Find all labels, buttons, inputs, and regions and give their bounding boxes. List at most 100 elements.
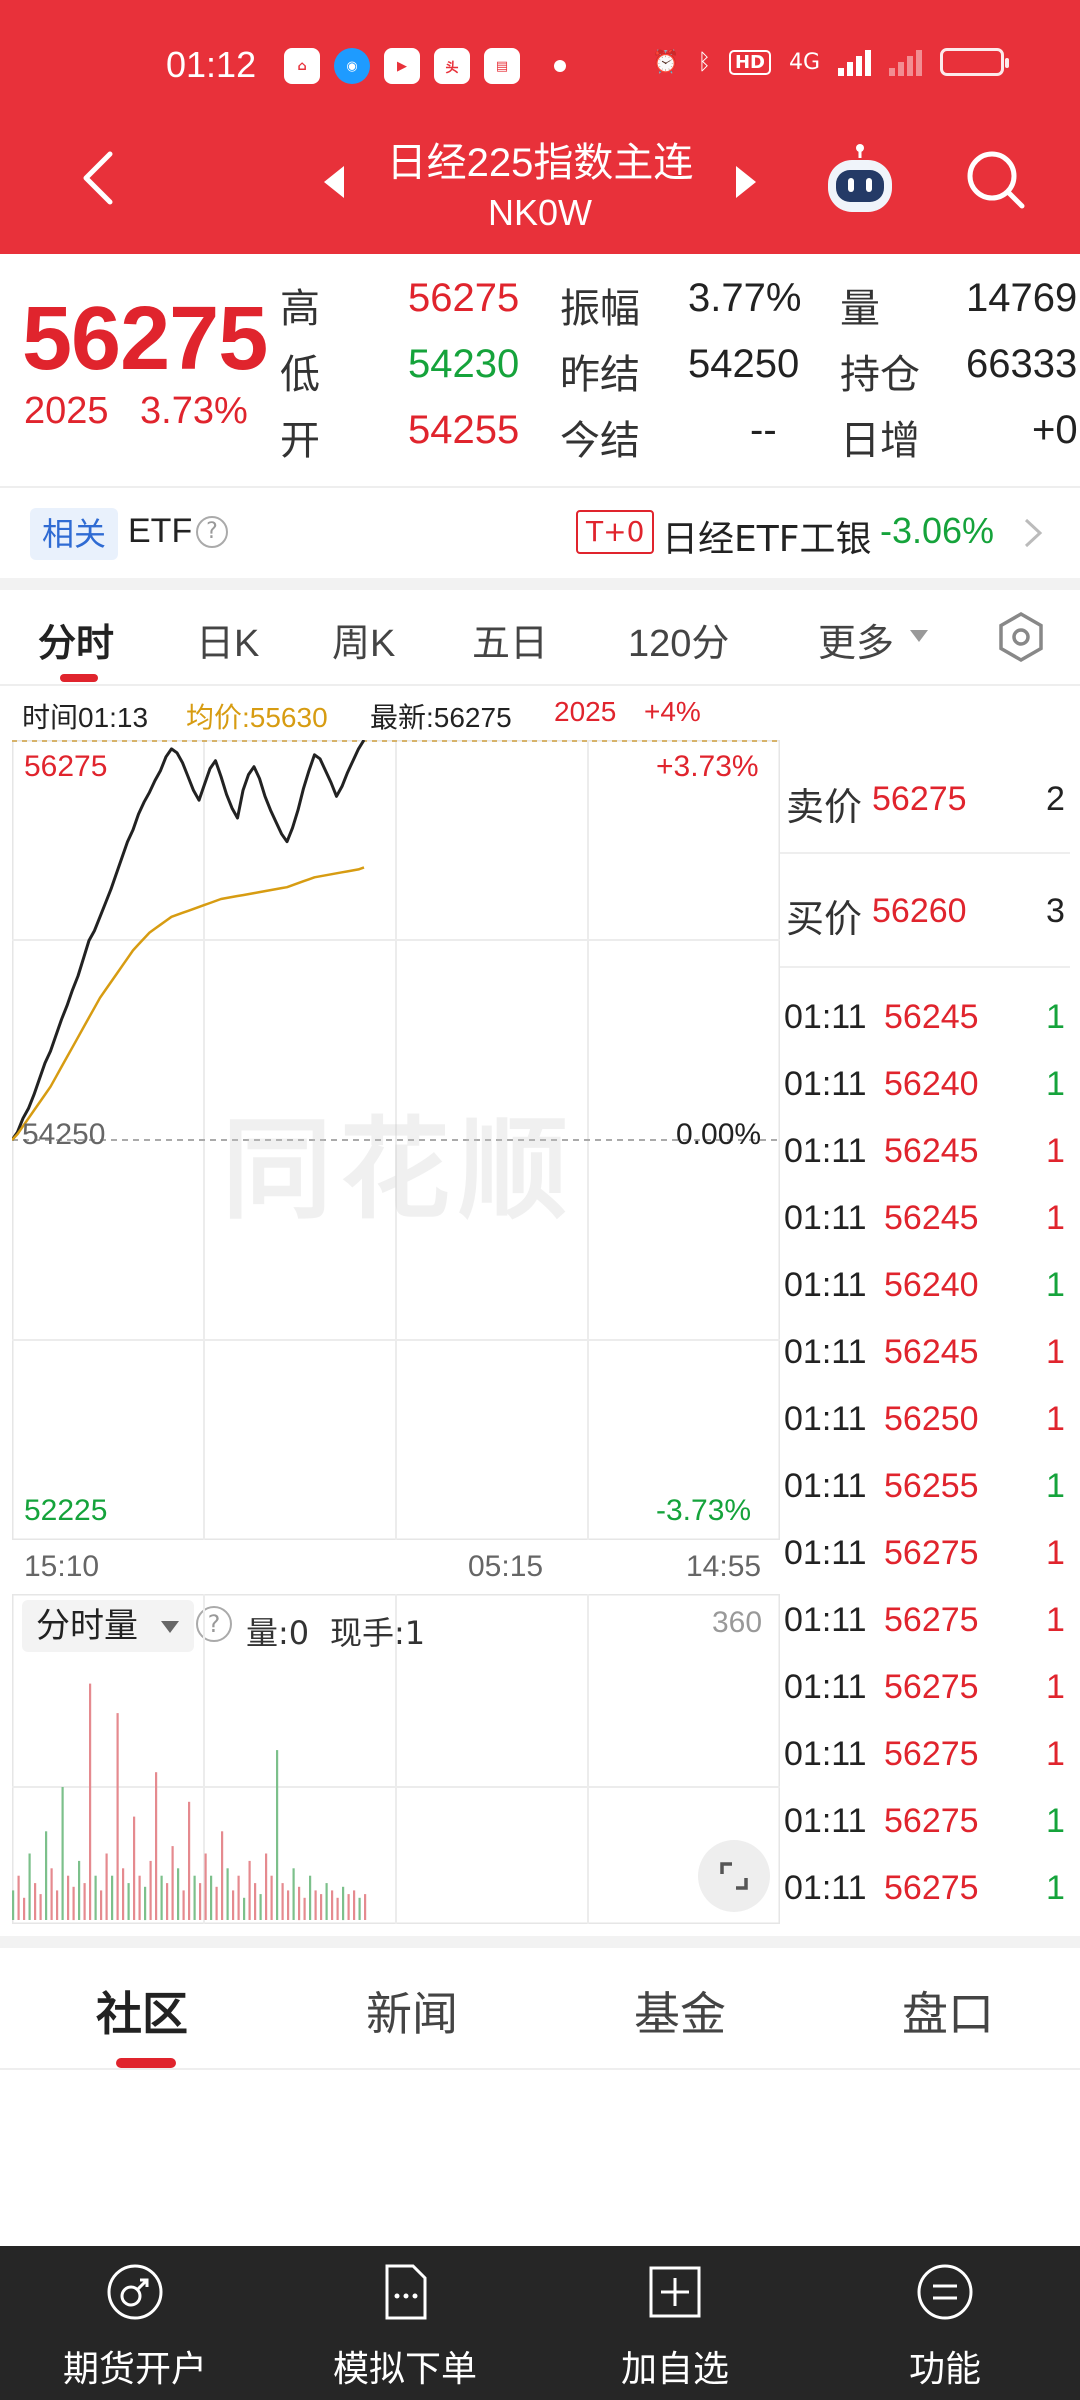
volume-bar (144, 1886, 147, 1921)
etf-label: ETF (128, 512, 193, 550)
volume-bar (331, 1890, 334, 1920)
volume-bar (116, 1713, 119, 1920)
trade-price: 56275 (884, 1735, 979, 1773)
tab-order-book[interactable]: 盘口 (902, 1978, 994, 2044)
tab-intraday[interactable]: 分时 (38, 612, 114, 667)
axis-top-pct: +3.73% (656, 750, 759, 783)
volume-bar (314, 1890, 317, 1920)
trade-volume: 1 (1046, 1065, 1065, 1103)
simulated-order-button[interactable]: 模拟下单 (270, 2246, 540, 2400)
trade-price: 56245 (884, 1333, 979, 1371)
price-change-pct: 3.73% (140, 390, 248, 432)
volume-bar (320, 1894, 323, 1920)
expand-icon[interactable] (698, 1840, 770, 1912)
trade-volume: 1 (1046, 1668, 1065, 1706)
related-tag: 相关 (30, 508, 119, 560)
tab-daily-k[interactable]: 日K (196, 612, 259, 667)
intraday-chart[interactable]: 同花顺 56275 +3.73% 54250 0.00% 52225 -3.73… (12, 740, 780, 1540)
sell-volume: 2 (1046, 780, 1065, 818)
sell-label: 卖价 (786, 787, 863, 829)
trade-row: 01:11 56245 1 (780, 1132, 1070, 1182)
sell-price: 56275 (872, 780, 967, 818)
value-low: 54230 (408, 342, 520, 386)
add-watchlist-label: 加自选 (620, 2349, 729, 2390)
volume-chart[interactable] (12, 1594, 780, 1924)
volume-bar (215, 1886, 218, 1921)
value-today-settle: -- (750, 408, 777, 452)
label-daily-increase: 日增 (840, 419, 920, 463)
section-gap (0, 1936, 1080, 1948)
related-etf-row[interactable]: 相关 ETF ? T+0 日经ETF工银 -3.06% (0, 488, 1080, 578)
tab-120min[interactable]: 120分 (628, 612, 729, 667)
trade-row: 01:11 56240 1 (780, 1266, 1070, 1316)
volume-bar (276, 1750, 279, 1920)
chart-info-line: 时间01:13 均价:55630 最新:56275 2025 +4% (0, 688, 1080, 736)
home-app-icon: ⌂ (284, 48, 320, 84)
robot-assistant-icon[interactable] (820, 142, 900, 222)
info-pct: +4% (644, 696, 701, 727)
open-account-button[interactable]: 期货开户 (0, 2246, 270, 2400)
buy-price: 56260 (872, 892, 967, 930)
trade-volume: 1 (1046, 1601, 1065, 1639)
label-amplitude: 振幅 (560, 287, 640, 331)
info-time: 时间01:13 (22, 702, 149, 733)
news-app-icon: 头 (434, 48, 470, 84)
trade-time: 01:11 (784, 1266, 867, 1304)
volume-bar (133, 1816, 136, 1920)
book-divider (780, 966, 1070, 968)
trade-volume: 1 (1046, 1534, 1065, 1572)
contract-title[interactable]: 日经225指数主连 (360, 130, 720, 188)
label-high: 高 (280, 287, 320, 331)
sell-row: 卖价 56275 2 (780, 776, 1070, 836)
prev-contract-icon[interactable] (320, 164, 348, 200)
value-high: 56275 (408, 276, 520, 320)
tab-more[interactable]: 更多 (818, 612, 894, 667)
chevron-right-icon[interactable] (1022, 516, 1044, 550)
volume-bar (336, 1897, 339, 1920)
trade-row: 01:11 56275 1 (780, 1735, 1070, 1785)
volume-bar (122, 1868, 125, 1920)
more-notifications-icon (554, 60, 566, 72)
trade-row: 01:11 56245 1 (780, 1333, 1070, 1383)
order-book: 卖价 56275 2 买价 56260 3 01:11 56245 1 01:11 56… (780, 740, 1070, 1920)
trade-volume: 1 (1046, 1869, 1065, 1907)
tab-news[interactable]: 新闻 (366, 1978, 458, 2044)
trade-time: 01:11 (784, 1333, 867, 1371)
volume-bar (281, 1883, 284, 1920)
tab-five-day[interactable]: 五日 (472, 612, 548, 667)
back-icon[interactable] (70, 148, 130, 208)
search-icon[interactable] (964, 148, 1028, 212)
value-volume: 14769 (966, 276, 1078, 320)
trade-row: 01:11 56250 1 (780, 1400, 1070, 1450)
etf-name[interactable]: 日经ETF工银 (662, 510, 871, 562)
tab-weekly-k[interactable]: 周K (332, 612, 395, 667)
tab-funds[interactable]: 基金 (634, 1978, 726, 2044)
volume-bar (166, 1883, 169, 1920)
trade-volume: 1 (1046, 1266, 1065, 1304)
quote-row-high: 高 56275 振幅 3.77% 量 14769 (280, 276, 1080, 336)
bluetooth-icon: ᛒ (697, 49, 711, 75)
volume-bar (160, 1875, 163, 1920)
expand-glyph (720, 1862, 748, 1890)
tab-active-underline (60, 674, 98, 682)
functions-button[interactable]: 功能 (810, 2246, 1080, 2400)
trade-price: 56250 (884, 1400, 979, 1438)
next-contract-icon[interactable] (732, 164, 760, 200)
tab-community[interactable]: 社区 (96, 1978, 188, 2044)
help-icon[interactable]: ? (196, 516, 228, 548)
trade-price: 56275 (884, 1869, 979, 1907)
volume-bar (248, 1860, 251, 1920)
trade-volume: 1 (1046, 1333, 1065, 1371)
network-type: 4G (788, 49, 820, 75)
add-watchlist-button[interactable]: 加自选 (540, 2246, 810, 2400)
volume-bar (149, 1860, 152, 1920)
settings-icon[interactable] (994, 610, 1048, 664)
wallet-app-icon: ▤ (484, 48, 520, 84)
volume-bar (287, 1890, 290, 1920)
volume-bar (210, 1875, 213, 1920)
price-change: 2025 (24, 390, 109, 432)
volume-bar (259, 1894, 262, 1920)
volume-bar (353, 1890, 356, 1920)
trade-time: 01:11 (784, 1601, 867, 1639)
volume-bar (94, 1875, 97, 1920)
